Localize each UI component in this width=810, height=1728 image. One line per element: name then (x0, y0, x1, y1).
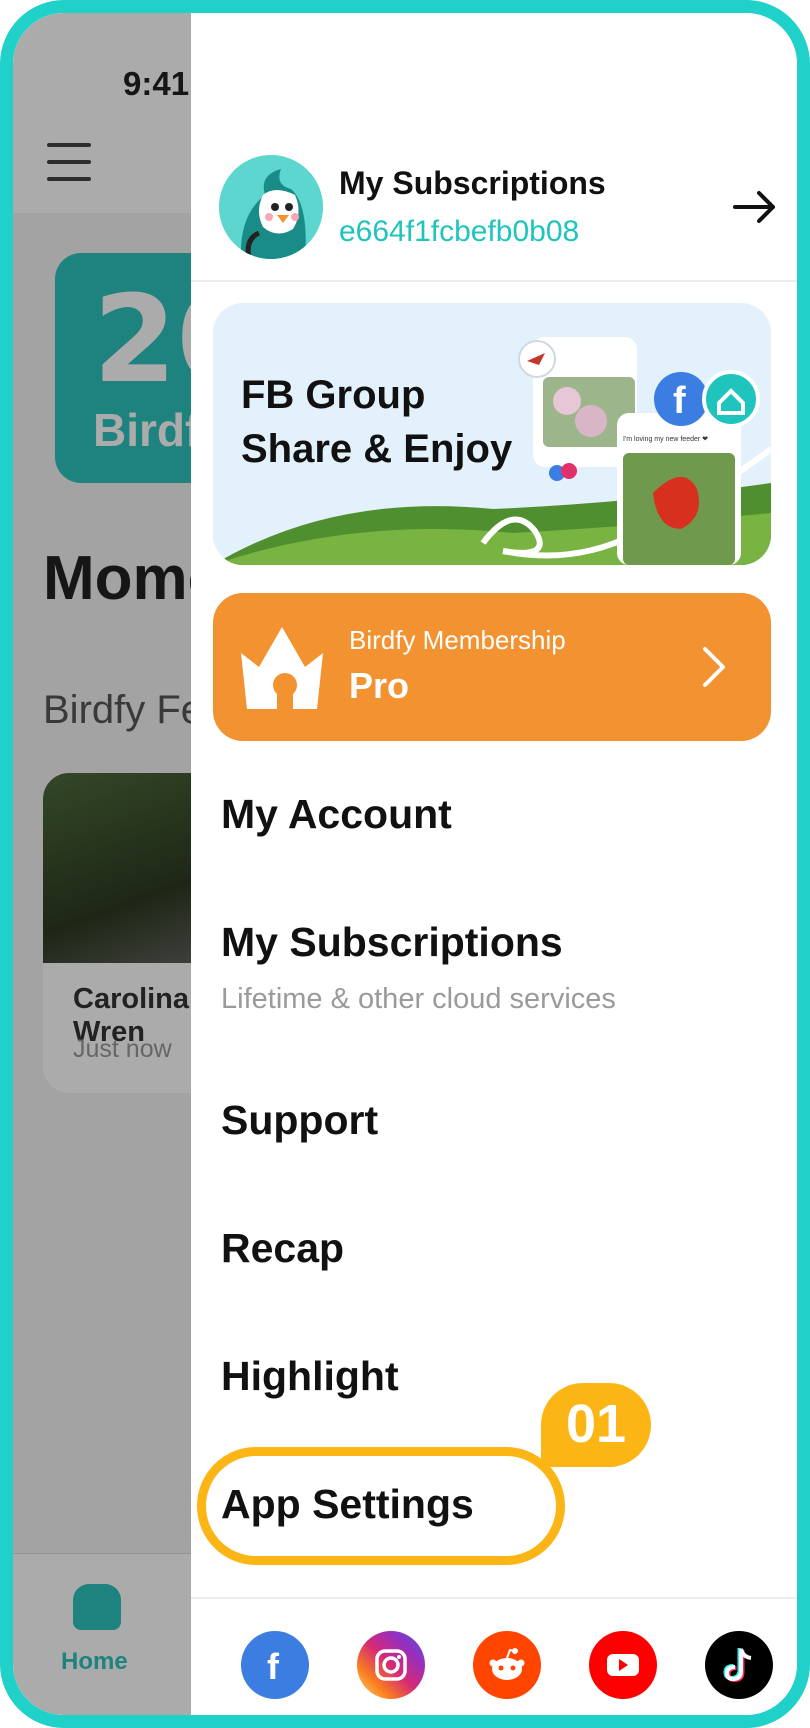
reddit-icon[interactable] (473, 1631, 541, 1699)
menu-item-app-settings[interactable]: App Settings (221, 1481, 474, 1528)
svg-text:f: f (267, 1646, 280, 1687)
fb-group-banner[interactable]: f FB Group Share & Enjoy I'm loving my n… (213, 303, 771, 565)
instagram-icon[interactable] (357, 1631, 425, 1699)
banner-post-caption: I'm loving my new feeder ❤ (623, 436, 709, 443)
svg-text:f: f (673, 380, 686, 422)
arrow-right-icon[interactable] (731, 183, 779, 231)
youtube-icon[interactable] (589, 1631, 657, 1699)
step-badge-text: 01 (565, 1394, 627, 1454)
membership-card[interactable]: Birdfy Membership Pro (213, 593, 771, 741)
crown-icon (241, 627, 323, 709)
menu-item-highlight[interactable]: Highlight (221, 1353, 399, 1400)
profile-header[interactable]: My Subscriptions e664f1fcbefb0b08 (191, 143, 797, 282)
menu-item-my-subscriptions[interactable]: My Subscriptions (221, 919, 563, 966)
chevron-right-icon (703, 647, 725, 687)
side-drawer: My Subscriptions e664f1fcbefb0b08 f FB G… (191, 13, 797, 1715)
menu-item-my-subscriptions-sub: Lifetime & other cloud services (221, 983, 616, 1015)
menu-item-support[interactable]: Support (221, 1097, 378, 1144)
menu-item-my-account[interactable]: My Account (221, 791, 452, 838)
membership-label: Birdfy Membership (349, 625, 566, 655)
banner-title-line2: Share & Enjoy (241, 427, 513, 471)
tiktok-icon[interactable] (705, 1631, 773, 1699)
profile-id: e664f1fcbefb0b08 (339, 215, 580, 248)
social-links-bar: f (191, 1597, 797, 1715)
avatar (219, 155, 323, 259)
profile-title: My Subscriptions (339, 165, 606, 201)
bird-mascot-icon (219, 155, 323, 259)
phone-frame: 9:41 20 Birdfy Moments Birdfy Feed Carol… (0, 0, 810, 1728)
facebook-icon[interactable]: f (241, 1631, 309, 1699)
menu-item-recap[interactable]: Recap (221, 1225, 344, 1272)
membership-tier: Pro (349, 665, 410, 706)
step-badge: 01 (541, 1383, 651, 1467)
banner-title-line1: FB Group (241, 373, 426, 417)
